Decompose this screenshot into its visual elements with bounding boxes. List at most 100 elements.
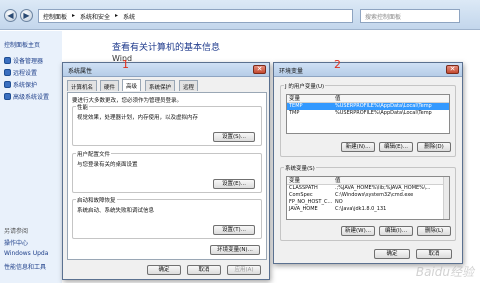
column-header[interactable]: 值 [335, 95, 341, 102]
var-name: ComSpec [289, 192, 313, 198]
var-value: NO [335, 199, 343, 205]
env-cancel-button[interactable]: 取消 [416, 249, 452, 259]
see-also-windows-update[interactable]: Windows Upda [4, 250, 48, 257]
sidebar-item-label: 设备管理器 [13, 58, 44, 65]
annotation-number: 1 [122, 58, 129, 71]
user-new-button[interactable]: 新建(N)... [341, 142, 375, 152]
system-variables-group: 系统变量(S) 变量值 CLASSPATH .;%JAVA_HOME%\lib;%… [280, 164, 456, 241]
user-variables-list[interactable]: 变量值 TEMP %USERPROFILE%\AppData\Local\Temp… [286, 94, 450, 134]
address-bar: ◀ ▶ 控制面板 ▸ 系统和安全 ▸ 系统 搜索控制面板 [0, 0, 480, 30]
group-title: 系统变量(S) [284, 164, 316, 172]
see-also-performance[interactable]: 性能信息和工具 [4, 262, 46, 271]
page-title: 查看有关计算机的基本信息 [112, 43, 221, 53]
breadcrumb-separator: ▸ [115, 12, 119, 19]
system-properties-dialog: 系统属性 ✕ 计算机名 硬件 高级 系统保护 远程 要进行大多数更改，您必须作为… [62, 62, 270, 280]
list-header: 变量值 [287, 177, 449, 185]
system-edit-button[interactable]: 编辑(I)... [379, 226, 413, 236]
user-variables-group: J 的用户变量(U) 变量值 TEMP %USERPROFILE%\AppData… [280, 82, 456, 157]
shield-icon [4, 81, 11, 88]
sidebar-item-protection[interactable]: 系统保护 [4, 80, 37, 89]
list-header: 变量值 [287, 95, 449, 103]
sidebar-item-label: 远程设置 [13, 70, 38, 77]
ok-button[interactable]: 确定 [147, 265, 181, 275]
breadcrumb[interactable]: 控制面板 ▸ 系统和安全 ▸ 系统 [38, 9, 353, 23]
var-name: TMP [289, 110, 300, 116]
breadcrumb-item[interactable]: 系统和安全 [80, 12, 110, 21]
var-value: C:\Windows\system32\cmd.exe [335, 192, 414, 198]
dialog-title: 系统属性 [68, 68, 93, 75]
sidebar-home-link[interactable]: 控制面板主页 [4, 40, 40, 49]
list-item[interactable]: TMP %USERPROFILE%\AppData\Local\Temp [287, 110, 449, 117]
group-title: J 的用户变量(U) [284, 82, 326, 90]
shield-icon [4, 69, 11, 76]
tab-computer-name[interactable]: 计算机名 [67, 80, 98, 91]
profiles-settings-button[interactable]: 设置(E)... [213, 179, 255, 189]
sidebar-item-remote[interactable]: 远程设置 [4, 68, 37, 77]
list-item[interactable]: CLASSPATH .;%JAVA_HOME%\lib;%JAVA_HOME%\.… [287, 185, 449, 192]
column-header[interactable]: 变量 [287, 95, 335, 102]
group-title: 用户配置文件 [76, 150, 112, 158]
see-also-action-center[interactable]: 操作中心 [4, 238, 28, 247]
var-value: C:\Java\jdk1.8.0_131 [335, 206, 387, 212]
tab-remote[interactable]: 远程 [179, 80, 199, 91]
system-variables-list[interactable]: 变量值 CLASSPATH .;%JAVA_HOME%\lib;%JAVA_HOM… [286, 176, 450, 220]
breadcrumb-item[interactable]: 控制面板 [43, 12, 67, 21]
environment-variables-button[interactable]: 环境变量(N)... [210, 245, 260, 255]
search-input[interactable]: 搜索控制面板 [360, 9, 460, 23]
dialog-titlebar: 系统属性 ✕ [63, 63, 269, 77]
shield-icon [4, 93, 11, 100]
breadcrumb-separator: ▸ [72, 12, 76, 19]
user-edit-button[interactable]: 编辑(E)... [379, 142, 413, 152]
close-icon[interactable]: ✕ [253, 65, 266, 74]
var-value: .;%JAVA_HOME%\lib;%JAVA_HOME%\... [335, 185, 431, 191]
sidebar-item-label: 高级系统设置 [13, 94, 50, 101]
tab-hardware[interactable]: 硬件 [100, 80, 120, 91]
env-ok-button[interactable]: 确定 [374, 249, 410, 259]
shield-icon [4, 57, 11, 64]
column-header[interactable]: 变量 [287, 177, 335, 184]
group-description: 与您登录有关的桌面设置 [77, 162, 138, 168]
dialog-titlebar: 环境变量 ✕ [274, 63, 462, 77]
environment-variables-dialog: 环境变量 ✕ J 的用户变量(U) 变量值 TEMP %USERPROFILE%\… [273, 62, 463, 264]
see-also-title: 另请参阅 [4, 228, 29, 235]
forward-icon[interactable]: ▶ [20, 9, 33, 22]
sidebar-item-label: 系统保护 [13, 82, 38, 89]
group-description: 视觉效果，处理器计划，内存使用，以及虚拟内存 [77, 115, 199, 121]
sidebar: 控制面板主页 设备管理器 远程设置 系统保护 高级系统设置 另请参阅 操作中心 … [0, 31, 62, 283]
back-icon[interactable]: ◀ [4, 9, 17, 22]
var-value: %USERPROFILE%\AppData\Local\Temp [335, 103, 432, 109]
annotation-number: 2 [334, 58, 341, 71]
apply-button[interactable]: 应用(A) [227, 265, 261, 275]
performance-group: 性能 视觉效果，处理器计划，内存使用，以及虚拟内存 设置(S)... [72, 103, 262, 146]
startup-settings-button[interactable]: 设置(T)... [213, 225, 255, 235]
tab-system-protection[interactable]: 系统保护 [145, 80, 176, 91]
watermark: Baidu经验 [415, 265, 474, 279]
system-delete-button[interactable]: 删除(L) [417, 226, 451, 236]
close-icon[interactable]: ✕ [446, 65, 459, 74]
group-description: 系统启动、系统失败和调试信息 [77, 208, 155, 214]
list-item[interactable]: JAVA_HOME C:\Java\jdk1.8.0_131 [287, 206, 449, 213]
tab-strip: 计算机名 硬件 高级 系统保护 远程 [67, 79, 267, 92]
cancel-button[interactable]: 取消 [187, 265, 221, 275]
group-title: 性能 [76, 103, 90, 111]
var-name: CLASSPATH [289, 185, 318, 191]
tab-advanced[interactable]: 高级 [122, 79, 142, 91]
user-profiles-group: 用户配置文件 与您登录有关的桌面设置 设置(E)... [72, 150, 262, 193]
group-title: 启动和故障恢复 [76, 196, 117, 204]
var-name: JAVA_HOME [289, 206, 318, 212]
var-name: FP_NO_HOST_C... [289, 199, 333, 205]
list-item[interactable]: ComSpec C:\Windows\system32\cmd.exe [287, 192, 449, 199]
breadcrumb-item[interactable]: 系统 [123, 12, 135, 21]
system-new-button[interactable]: 新建(W)... [341, 226, 375, 236]
column-header[interactable]: 值 [335, 177, 341, 184]
scrollbar[interactable] [443, 177, 449, 219]
list-item[interactable]: TEMP %USERPROFILE%\AppData\Local\Temp [287, 103, 449, 110]
user-delete-button[interactable]: 删除(D) [417, 142, 451, 152]
performance-settings-button[interactable]: 设置(S)... [213, 132, 255, 142]
dialog-title: 环境变量 [279, 68, 304, 75]
sidebar-item-advanced[interactable]: 高级系统设置 [4, 92, 49, 101]
list-item[interactable]: FP_NO_HOST_C... NO [287, 199, 449, 206]
var-value: %USERPROFILE%\AppData\Local\Temp [335, 110, 432, 116]
startup-recovery-group: 启动和故障恢复 系统启动、系统失败和调试信息 设置(T)... [72, 196, 262, 239]
sidebar-item-device-manager[interactable]: 设备管理器 [4, 56, 43, 65]
